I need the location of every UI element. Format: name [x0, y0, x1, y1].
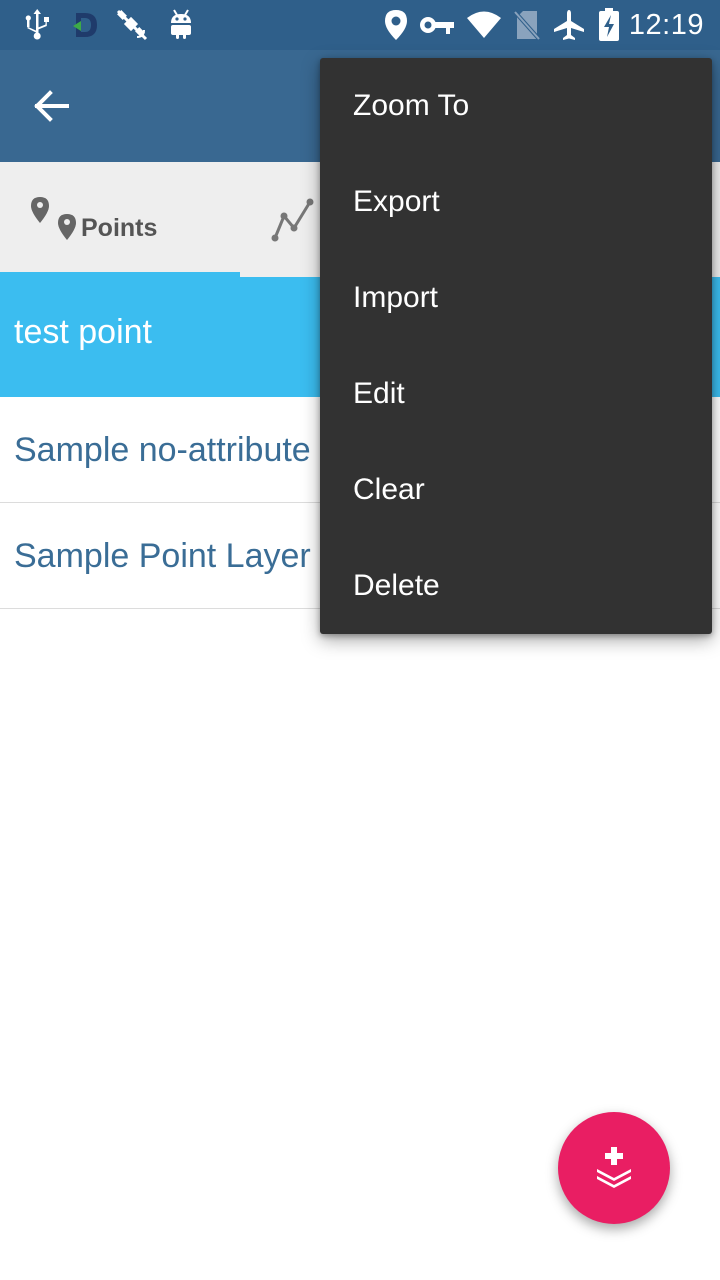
list-item-label: test point: [14, 313, 152, 351]
menu-item-import[interactable]: Import: [320, 250, 712, 346]
airplane-icon: [552, 8, 586, 42]
back-button[interactable]: [26, 80, 78, 132]
gps-off-icon: [114, 8, 150, 42]
menu-item-export[interactable]: Export: [320, 154, 712, 250]
wifi-icon: [466, 8, 502, 42]
menu-item-delete[interactable]: Delete: [320, 538, 712, 634]
status-time: 12:19: [628, 9, 704, 41]
overflow-menu: Zoom To Export Import Edit Clear Delete: [320, 58, 712, 634]
menu-item-label: Zoom To: [353, 89, 470, 122]
android-icon: [166, 8, 196, 42]
menu-item-label: Export: [353, 185, 440, 218]
points-icon: [31, 197, 76, 240]
menu-item-zoom-to[interactable]: Zoom To: [320, 58, 712, 154]
add-layer-icon: [597, 1147, 631, 1188]
battery-charging-icon: [597, 8, 621, 42]
menu-item-label: Edit: [353, 377, 405, 410]
menu-item-label: Import: [353, 281, 439, 314]
tab-points-label: Points: [81, 214, 158, 242]
status-bar: 12:19: [0, 0, 720, 50]
menu-item-clear[interactable]: Clear: [320, 442, 712, 538]
lines-icon: [271, 198, 314, 242]
add-layer-button[interactable]: [558, 1112, 670, 1224]
menu-item-label: Clear: [353, 473, 425, 506]
menu-item-edit[interactable]: Edit: [320, 346, 712, 442]
menu-item-label: Delete: [353, 569, 440, 602]
list-item-label: Sample Point Layer: [14, 537, 311, 575]
app-d-icon: [70, 8, 100, 42]
no-sim-icon: [513, 8, 541, 42]
usb-icon: [22, 8, 52, 42]
tab-points[interactable]: Points: [0, 162, 240, 277]
arrow-left-icon: [34, 90, 69, 122]
tab-lines[interactable]: [240, 162, 320, 277]
vpn-key-icon: [419, 8, 455, 42]
list-item-label: Sample no-attribute: [14, 431, 311, 469]
location-icon: [383, 8, 409, 42]
